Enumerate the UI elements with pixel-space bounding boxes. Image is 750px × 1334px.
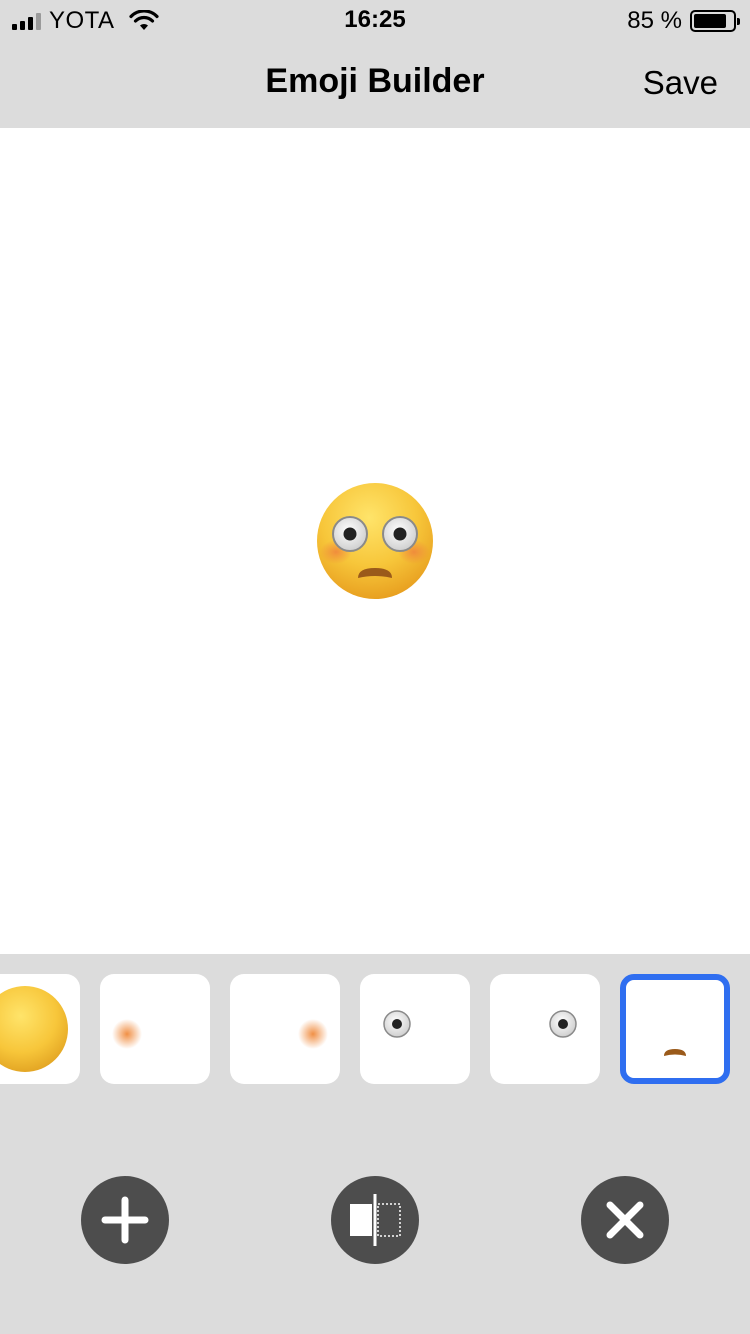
signal-icon	[12, 12, 41, 30]
part-tile-blush-right[interactable]	[230, 974, 340, 1084]
eye-right-part-icon	[549, 1010, 577, 1038]
status-bar: YOTA 16:25 85 %	[0, 0, 750, 42]
delete-part-button[interactable]	[581, 1176, 669, 1264]
plus-icon	[101, 1196, 149, 1244]
part-tile-eye-right[interactable]	[490, 974, 600, 1084]
parts-strip[interactable]	[0, 954, 750, 1104]
add-part-button[interactable]	[81, 1176, 169, 1264]
eye-left-part-icon	[383, 1010, 411, 1038]
battery-icon	[690, 10, 740, 32]
carrier-label: YOTA	[49, 7, 115, 34]
composed-emoji[interactable]	[316, 482, 434, 600]
part-tile-eye-left[interactable]	[360, 974, 470, 1084]
nav-bar: Emoji Builder Save	[0, 42, 750, 128]
mirror-button[interactable]	[331, 1176, 419, 1264]
wifi-icon	[128, 10, 159, 30]
page-title: Emoji Builder	[265, 62, 485, 100]
status-left: YOTA	[12, 7, 159, 34]
part-tile-mouth[interactable]	[620, 974, 730, 1084]
mouth-part-icon	[664, 1049, 686, 1056]
close-icon	[606, 1201, 644, 1239]
save-button[interactable]: Save	[643, 64, 718, 102]
status-right: 85 %	[627, 7, 740, 34]
blush-left-part-icon	[112, 1019, 142, 1049]
part-tile-face[interactable]	[0, 974, 80, 1084]
part-tile-blush-left[interactable]	[100, 974, 210, 1084]
battery-percent: 85 %	[627, 7, 682, 34]
face-part-icon	[0, 986, 68, 1072]
blush-right-part-icon	[298, 1019, 328, 1049]
emoji-canvas[interactable]	[0, 128, 750, 954]
mirror-flip-icon	[350, 1194, 401, 1246]
